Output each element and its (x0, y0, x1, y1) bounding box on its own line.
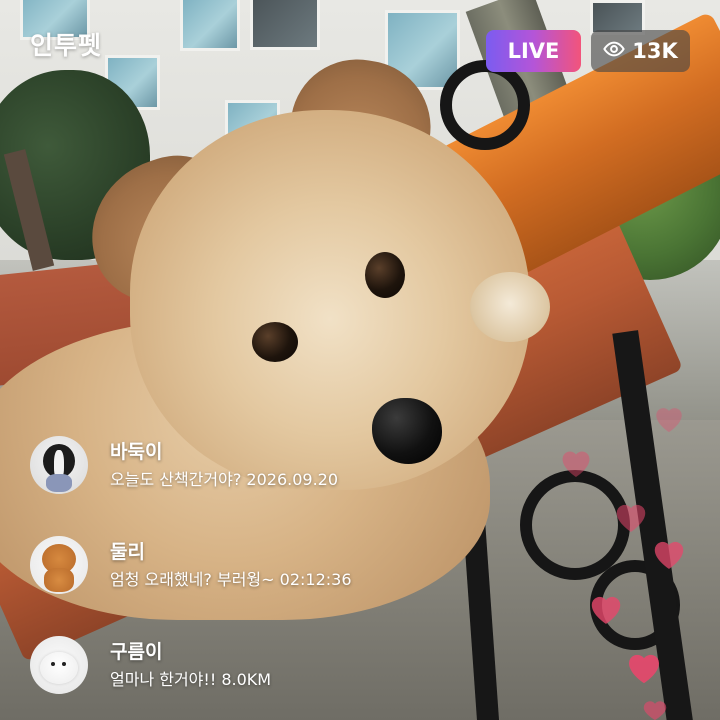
chat-comment-list: 바둑이 오늘도 산책간거야? 2026.09.20 둘리 엄청 오래했네? 부러… (30, 433, 450, 720)
heart-icon (587, 590, 625, 626)
heart-icon (650, 535, 688, 571)
comment-body: 둘리 엄청 오래했네? 부러웡~ 02:12:36 (110, 540, 352, 591)
heart-icon (624, 648, 664, 685)
live-badge: LIVE (486, 30, 581, 72)
avatar[interactable] (30, 536, 88, 594)
building-window (180, 0, 240, 51)
avatar-eye (51, 662, 55, 666)
comment-body: 바둑이 오늘도 산책간거야? 2026.09.20 (110, 440, 338, 491)
chat-comment[interactable]: 바둑이 오늘도 산책간거야? 2026.09.20 (30, 433, 450, 497)
heart-icon (612, 498, 650, 534)
viewer-count: 13K (632, 39, 678, 63)
dog-eye-left (252, 322, 298, 362)
eye-icon (603, 38, 625, 65)
live-stream-screen: 인투펫 LIVE 13K 바둑이 오늘도 산책간거야? 2026.09.20 둘… (0, 0, 720, 720)
heart-icon (652, 402, 686, 434)
comment-message: 얼마나 한거야!! 8.0KM (110, 669, 272, 689)
comment-username: 둘리 (110, 540, 145, 563)
comment-username: 구름이 (110, 640, 163, 663)
avatar[interactable] (30, 436, 88, 494)
heart-icon (640, 700, 670, 720)
dog-paw (470, 272, 550, 342)
avatar-poodle-body (44, 568, 74, 592)
dog-eye-right (365, 252, 405, 298)
viewer-count-badge[interactable]: 13K (591, 30, 690, 72)
comment-username: 바둑이 (110, 440, 163, 463)
chat-comment[interactable]: 둘리 엄청 오래했네? 부러웡~ 02:12:36 (30, 533, 450, 597)
heart-icon (558, 445, 594, 479)
comment-message: 엄청 오래했네? 부러웡~ 02:12:36 (110, 569, 352, 589)
live-label: LIVE (507, 39, 560, 63)
chat-comment[interactable]: 구름이 얼마나 한거야!! 8.0KM (30, 633, 450, 697)
comment-body: 구름이 얼마나 한거야!! 8.0KM (110, 640, 271, 691)
bench-ironwork (440, 60, 530, 150)
avatar-eye (62, 662, 66, 666)
dog-avatar-white-spitz (40, 652, 78, 684)
app-logo[interactable]: 인투펫 (30, 26, 102, 62)
avatar-bandana (46, 474, 72, 492)
building-window (250, 0, 320, 50)
avatar[interactable] (30, 636, 88, 694)
comment-message: 오늘도 산책간거야? 2026.09.20 (110, 469, 339, 489)
